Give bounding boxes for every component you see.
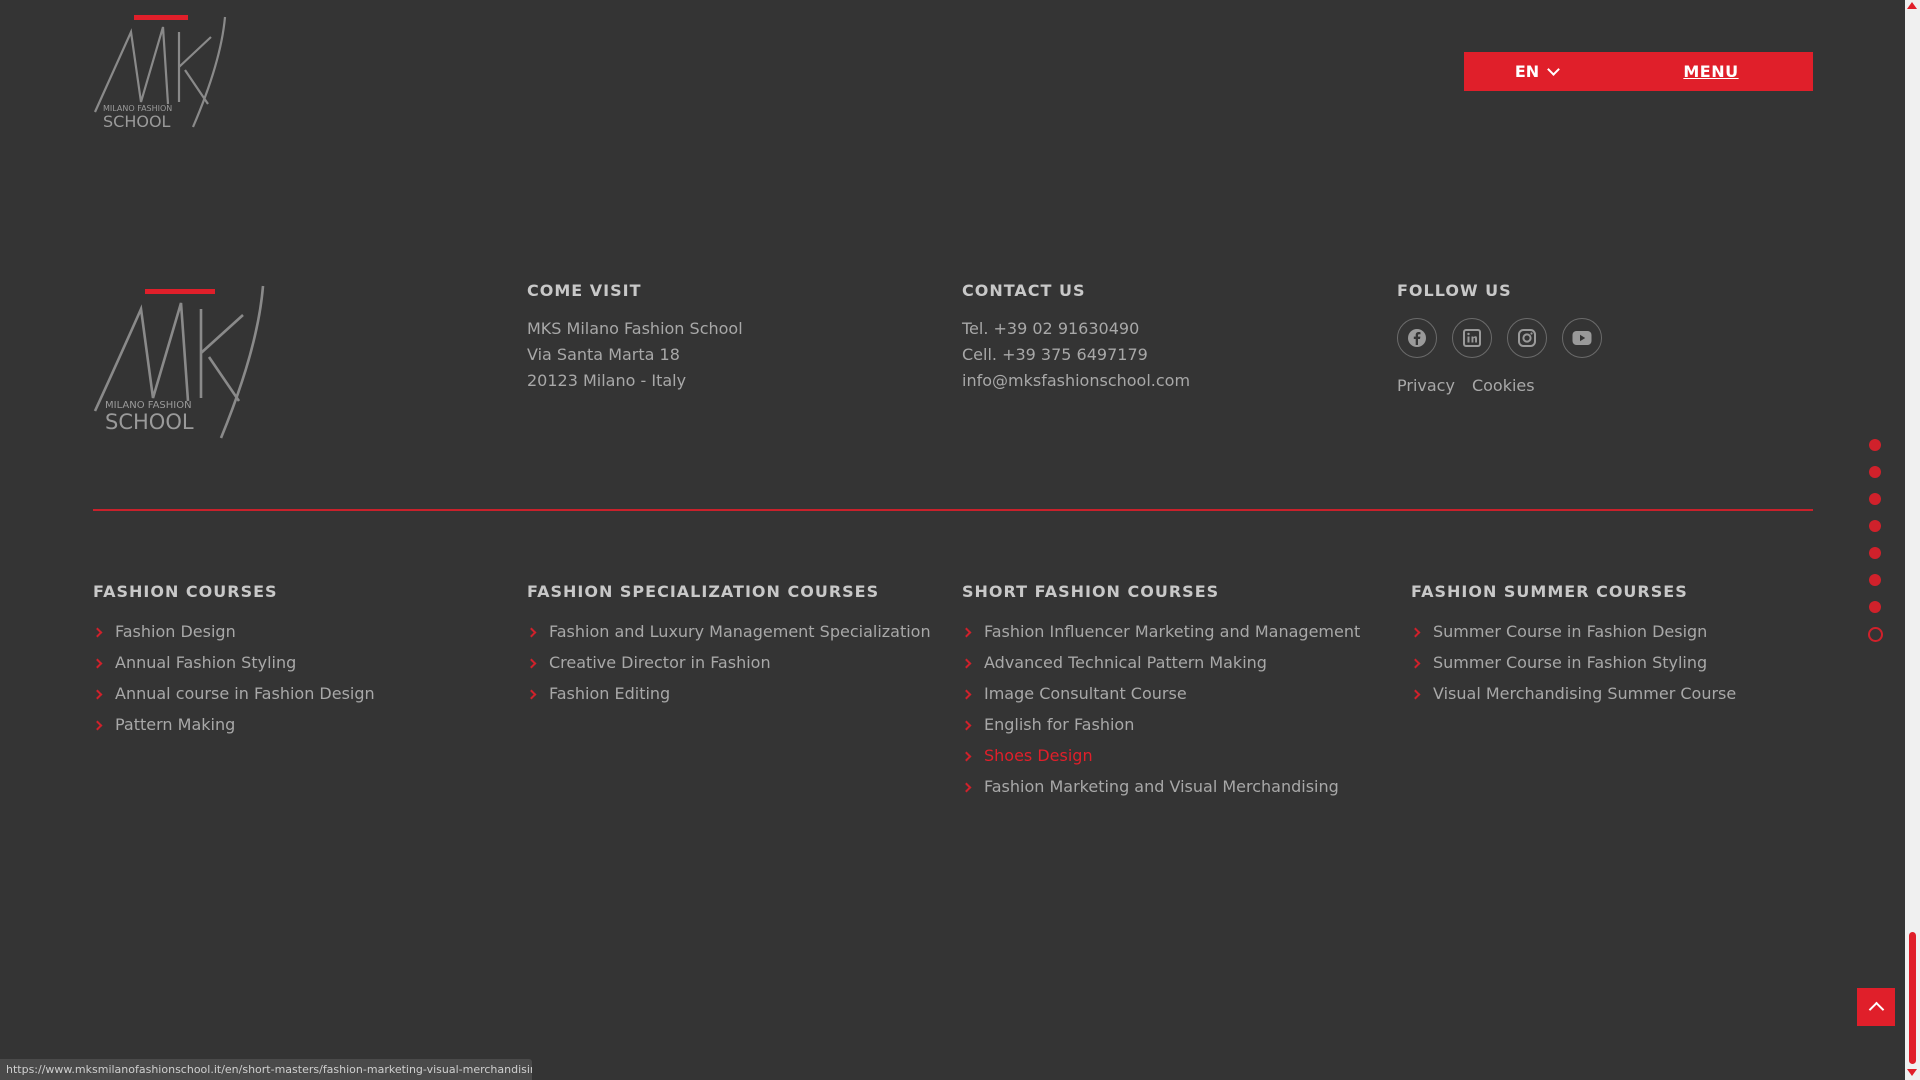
- instagram-icon[interactable]: [1507, 318, 1547, 358]
- course-link[interactable]: English for Fashion: [962, 714, 1360, 745]
- section-dot[interactable]: [1869, 439, 1881, 451]
- follow-title: FOLLOW US: [1397, 281, 1512, 300]
- phone-link[interactable]: Tel. +39 02 91630490: [962, 316, 1190, 342]
- course-group-title: FASHION COURSES: [93, 582, 278, 601]
- course-group-fashion: FASHION COURSES Fashion Design Annual Fa…: [93, 582, 375, 745]
- back-to-top-button[interactable]: [1857, 988, 1895, 1026]
- scrollbar[interactable]: [1905, 0, 1920, 1080]
- scroll-up-arrow-icon[interactable]: [1907, 2, 1917, 9]
- visit-title: COME VISIT: [527, 281, 642, 300]
- course-group-title: FASHION SPECIALIZATION COURSES: [527, 582, 880, 601]
- language-label: EN: [1514, 62, 1540, 81]
- section-dot[interactable]: [1869, 493, 1881, 505]
- contact-section: CONTACT US Tel. +39 02 91630490 Cell. +3…: [962, 281, 1190, 394]
- linkedin-icon[interactable]: [1452, 318, 1492, 358]
- email-link[interactable]: info@mksfashionschool.com: [962, 368, 1190, 394]
- course-link[interactable]: Fashion and Luxury Management Specializa…: [527, 621, 931, 652]
- footer-divider: [93, 509, 1813, 511]
- section-dot[interactable]: [1869, 466, 1881, 478]
- section-dot[interactable]: [1869, 520, 1881, 532]
- scroll-down-arrow-icon[interactable]: [1907, 1069, 1917, 1076]
- course-group-title: SHORT FASHION COURSES: [962, 582, 1220, 601]
- scrollbar-thumb[interactable]: [1909, 932, 1916, 1064]
- course-link[interactable]: Image Consultant Course: [962, 683, 1360, 714]
- facebook-icon[interactable]: [1397, 318, 1437, 358]
- visit-line: 20123 Milano - Italy: [527, 371, 687, 390]
- logo-line2: SCHOOL: [105, 410, 194, 434]
- course-link[interactable]: Annual course in Fashion Design: [93, 683, 375, 714]
- cookies-link[interactable]: Cookies: [1472, 376, 1535, 395]
- section-dot[interactable]: [1869, 601, 1881, 613]
- course-link[interactable]: Fashion Marketing and Visual Merchandisi…: [962, 776, 1360, 807]
- follow-section: FOLLOW US Privacy Cookies: [1397, 281, 1602, 395]
- course-link[interactable]: Visual Merchandising Summer Course: [1411, 683, 1736, 714]
- header-logo[interactable]: MILANO FASHION SCHOOL: [93, 12, 233, 137]
- contact-title: CONTACT US: [962, 281, 1086, 300]
- course-group-title: FASHION SUMMER COURSES: [1411, 582, 1688, 601]
- course-group-short: SHORT FASHION COURSES Fashion Influencer…: [962, 582, 1360, 807]
- course-link[interactable]: Summer Course in Fashion Styling: [1411, 652, 1736, 683]
- language-selector[interactable]: EN: [1464, 62, 1609, 81]
- youtube-icon[interactable]: [1562, 318, 1602, 358]
- visit-line: MKS Milano Fashion School: [527, 319, 743, 338]
- menu-button[interactable]: MENU: [1609, 62, 1813, 81]
- course-link[interactable]: Pattern Making: [93, 714, 375, 745]
- logo-line2: SCHOOL: [103, 112, 171, 131]
- cell-link[interactable]: Cell. +39 375 6497179: [962, 342, 1190, 368]
- chevron-down-icon: [1547, 63, 1561, 76]
- course-link[interactable]: Fashion Editing: [527, 683, 931, 714]
- course-link[interactable]: Fashion Design: [93, 621, 375, 652]
- chevron-up-icon: [1868, 1001, 1884, 1018]
- status-url: https://www.mksmilanofashionschool.it/en…: [0, 1059, 532, 1080]
- legal-links: Privacy Cookies: [1397, 376, 1602, 395]
- course-group-specialization: FASHION SPECIALIZATION COURSES Fashion a…: [527, 582, 931, 714]
- section-dot[interactable]: [1869, 574, 1881, 586]
- section-dot-active[interactable]: [1868, 627, 1883, 642]
- course-link[interactable]: Creative Director in Fashion: [527, 652, 931, 683]
- course-link[interactable]: Advanced Technical Pattern Making: [962, 652, 1360, 683]
- course-link[interactable]: Fashion Influencer Marketing and Managem…: [962, 621, 1360, 652]
- course-link[interactable]: Annual Fashion Styling: [93, 652, 375, 683]
- social-links: [1397, 318, 1602, 358]
- course-link[interactable]: Summer Course in Fashion Design: [1411, 621, 1736, 652]
- header-actions: EN MENU: [1464, 52, 1813, 91]
- course-link-active[interactable]: Shoes Design: [962, 745, 1360, 776]
- visit-line: Via Santa Marta 18: [527, 345, 680, 364]
- course-group-summer: FASHION SUMMER COURSES Summer Course in …: [1411, 582, 1736, 714]
- section-dot[interactable]: [1869, 547, 1881, 559]
- footer-logo[interactable]: MILANO FASHION SCHOOL: [93, 283, 268, 443]
- visit-section: COME VISIT MKS Milano Fashion School Via…: [527, 281, 743, 394]
- privacy-link[interactable]: Privacy: [1397, 376, 1455, 395]
